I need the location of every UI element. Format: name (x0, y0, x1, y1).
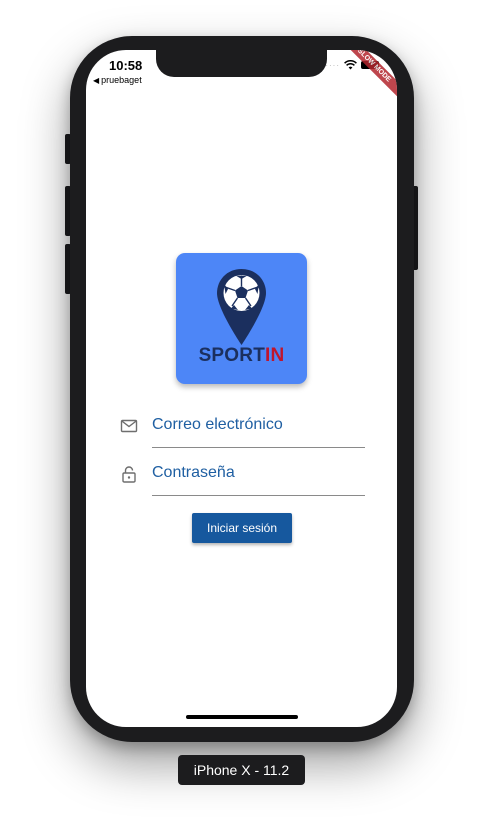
logo-wordmark: SPORTIN (176, 345, 307, 367)
email-underline (152, 447, 365, 448)
back-app-name: pruebaget (101, 75, 142, 85)
logo-word-in: IN (265, 345, 285, 366)
mail-icon (120, 419, 138, 433)
password-placeholder: Contraseña (152, 464, 235, 481)
home-indicator[interactable] (186, 715, 298, 719)
logo-word-sport: SPORT (198, 345, 266, 366)
device-label: iPhone X - 11.2 (178, 755, 305, 785)
login-button[interactable]: Iniciar sesión (192, 513, 292, 543)
notch (156, 50, 327, 77)
password-underline (152, 495, 365, 496)
wifi-icon (344, 60, 357, 70)
email-field[interactable]: Correo electrónico (120, 402, 365, 448)
app-logo: SPORTIN (176, 253, 307, 384)
back-arrow-icon: ◀ (93, 75, 100, 85)
back-to-app[interactable]: ◀ pruebaget (93, 75, 142, 85)
email-placeholder: Correo electrónico (152, 416, 283, 433)
password-field[interactable]: Contraseña (120, 450, 365, 496)
lock-icon (122, 466, 136, 483)
status-time: 10:58 (109, 58, 143, 73)
signal-icon: ···· (325, 60, 340, 70)
phone-screen: 10:58 ◀ pruebaget ···· SLOW MODE SPORTIN (86, 50, 397, 727)
